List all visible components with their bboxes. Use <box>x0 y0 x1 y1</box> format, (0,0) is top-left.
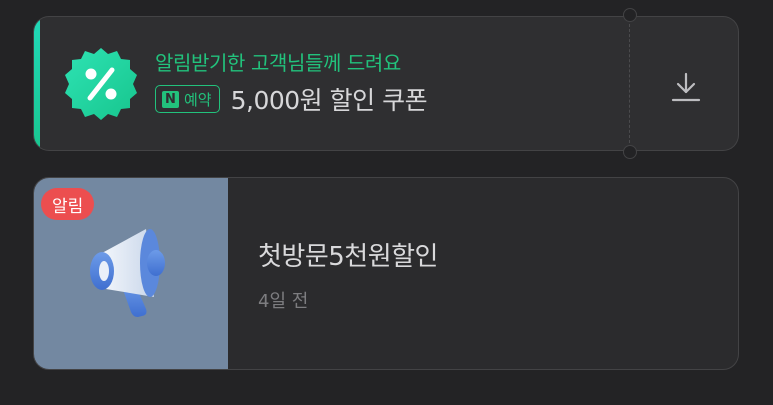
download-icon[interactable] <box>666 70 706 104</box>
coupon-notch-top <box>623 8 637 22</box>
notice-card[interactable]: 알림 첫방문5천원할인 4일 전 <box>33 177 739 370</box>
coupon-perforation <box>629 24 630 143</box>
notice-title: 첫방문5천원할인 <box>258 242 438 272</box>
coupon-title-row: N 예약 5,000원 할인 쿠폰 <box>155 82 428 116</box>
naver-reservation-badge: N 예약 <box>155 85 220 113</box>
percent-icon <box>63 46 139 122</box>
coupon-title: 5,000원 할인 쿠폰 <box>230 86 428 115</box>
notice-thumbnail: 알림 <box>34 178 228 369</box>
coupon-subtitle: 알림받기한 고객님들께 드려요 <box>155 51 401 75</box>
alert-tag: 알림 <box>41 188 95 220</box>
naver-reservation-label: 예약 <box>184 90 212 109</box>
naver-n-icon: N <box>162 90 179 108</box>
coupon-accent-bar <box>34 17 40 150</box>
notice-time: 4일 전 <box>258 291 309 312</box>
coupon-notch-bottom <box>623 145 637 159</box>
coupon-card[interactable]: 알림받기한 고객님들께 드려요 N 예약 5,000원 할인 쿠폰 <box>33 8 739 159</box>
megaphone-icon <box>90 229 165 317</box>
